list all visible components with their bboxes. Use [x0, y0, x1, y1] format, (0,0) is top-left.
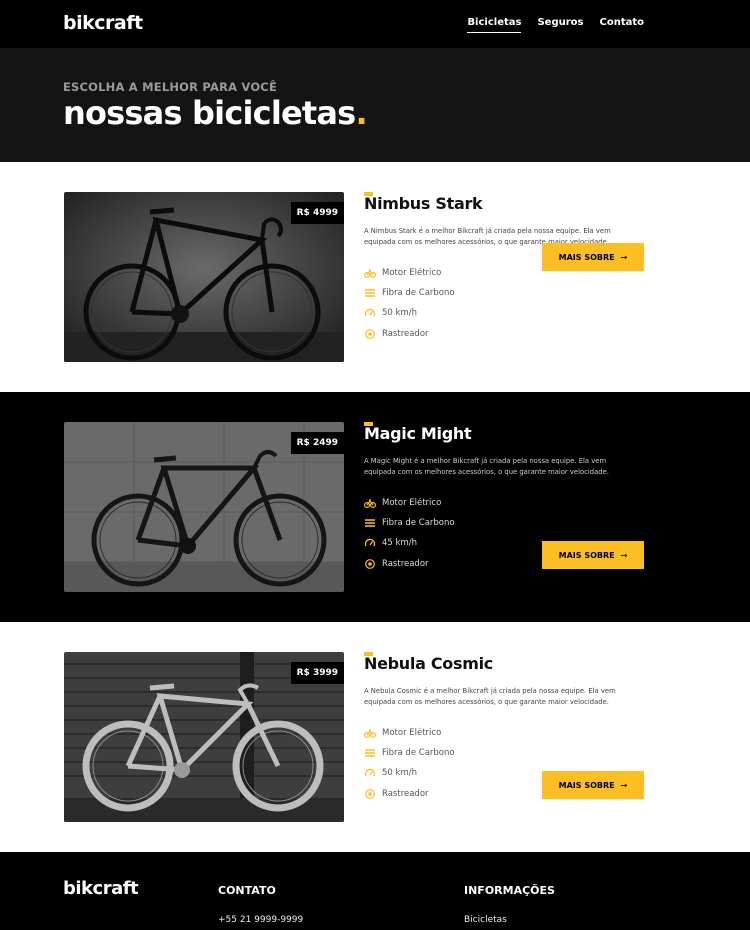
tracker-icon [365, 559, 375, 569]
product-info: Nebula Cosmic A Nebula Cosmic é a melhor… [364, 622, 644, 852]
feature-label: Fibra de Carbono [382, 748, 455, 758]
footer-phone[interactable]: +55 21 9999-9999 [218, 915, 303, 925]
product-name: Nimbus Stark [364, 194, 483, 213]
product-card-nebula-cosmic: R$ 3999 Nebula Cosmic A Nebula Cosmic é … [0, 622, 750, 852]
feature-label: Rastreador [382, 559, 429, 569]
feature-item: Motor Elétrico [364, 496, 441, 510]
feature-label: Fibra de Carbono [382, 518, 455, 528]
more-info-label: MAIS SOBRE [558, 550, 615, 560]
product-photo[interactable]: R$ 2499 [64, 422, 344, 592]
more-info-label: MAIS SOBRE [558, 252, 615, 262]
more-info-button[interactable]: MAIS SOBRE → [542, 541, 644, 569]
nav-link-contato[interactable]: Contato [599, 17, 644, 33]
product-card-nimbus-stark: R$ 4999 Nimbus Stark A Nimbus Stark é a … [0, 162, 750, 392]
arrow-right-icon: → [620, 252, 628, 262]
feature-item: Fibra de Carbono [364, 746, 455, 760]
feature-label: Motor Elétrico [382, 268, 442, 278]
hero-subtitle: ESCOLHA A MELHOR PARA VOCÊ [63, 80, 278, 94]
arrow-right-icon: → [620, 550, 628, 560]
feature-label: Motor Elétrico [382, 498, 442, 508]
nav-link-bicicletas[interactable]: Bicicletas [467, 17, 522, 33]
price-tag: R$ 3999 [290, 662, 344, 684]
feature-item: 50 km/h [364, 306, 417, 320]
price-tag: R$ 2499 [290, 432, 344, 454]
product-description: A Magic Might é a melhor Bikcraft já cri… [364, 457, 609, 476]
carbon-fiber-icon [365, 749, 375, 757]
feature-item: 45 km/h [364, 536, 417, 550]
product-info: Magic Might A Magic Might é a melhor Bik… [364, 392, 644, 622]
feature-item: Motor Elétrico [364, 726, 441, 740]
feature-item: 50 km/h [364, 766, 417, 780]
motor-icon [364, 729, 376, 738]
feature-item: Fibra de Carbono [364, 516, 455, 530]
footer-info-heading: INFORMAÇÕES [464, 884, 555, 897]
more-info-button[interactable]: MAIS SOBRE → [542, 771, 644, 799]
main-nav: Bicicletas Seguros Contato [467, 17, 644, 33]
footer-contact-column: CONTATO +55 21 9999-9999 [218, 884, 303, 925]
feature-item: Motor Elétrico [364, 266, 441, 280]
feature-item: Rastreador [364, 557, 429, 571]
feature-item: Rastreador [364, 327, 429, 341]
carbon-fiber-icon [365, 289, 375, 297]
site-footer: bikcraft CONTATO +55 21 9999-9999 INFORM… [0, 852, 750, 930]
page-title: nossas bicicletas. [63, 94, 368, 132]
page-title-text: nossas bicicletas [63, 94, 356, 132]
feature-label: 50 km/h [382, 308, 417, 318]
product-name: Magic Might [364, 424, 472, 443]
product-info: Nimbus Stark A Nimbus Stark é a melhor B… [364, 162, 644, 392]
motor-icon [364, 499, 376, 508]
footer-logo[interactable]: bikcraft [63, 878, 139, 899]
feature-label: Fibra de Carbono [382, 288, 455, 298]
product-card-magic-might: R$ 2499 Magic Might A Magic Might é a me… [0, 392, 750, 622]
page-title-dot: . [355, 94, 367, 132]
feature-label: Motor Elétrico [382, 728, 442, 738]
hero-section: ESCOLHA A MELHOR PARA VOCÊ nossas bicicl… [0, 48, 750, 162]
site-header: bikcraft Bicicletas Seguros Contato [0, 0, 750, 48]
footer-info-column: INFORMAÇÕES Bicicletas [464, 884, 555, 925]
speedometer-icon [364, 768, 376, 777]
product-photo[interactable]: R$ 3999 [64, 652, 344, 822]
feature-label: 50 km/h [382, 768, 417, 778]
product-photo[interactable]: R$ 4999 [64, 192, 344, 362]
more-info-button[interactable]: MAIS SOBRE → [542, 243, 644, 271]
footer-link-bicicletas[interactable]: Bicicletas [464, 915, 555, 925]
arrow-right-icon: → [620, 780, 628, 790]
speedometer-icon [364, 538, 376, 547]
speedometer-icon [364, 308, 376, 317]
feature-label: Rastreador [382, 789, 429, 799]
nav-link-seguros[interactable]: Seguros [537, 17, 583, 33]
feature-label: 45 km/h [382, 538, 417, 548]
tracker-icon [365, 329, 375, 339]
price-tag: R$ 4999 [290, 202, 344, 224]
product-description: A Nebula Cosmic é a melhor Bikcraft já c… [364, 687, 616, 706]
feature-item: Rastreador [364, 787, 429, 801]
carbon-fiber-icon [365, 519, 375, 527]
more-info-label: MAIS SOBRE [558, 780, 615, 790]
footer-contact-heading: CONTATO [218, 884, 276, 897]
site-logo[interactable]: bikcraft [63, 12, 143, 34]
tracker-icon [365, 789, 375, 799]
feature-label: Rastreador [382, 329, 429, 339]
feature-item: Fibra de Carbono [364, 286, 455, 300]
product-name: Nebula Cosmic [364, 654, 493, 673]
motor-icon [364, 269, 376, 278]
